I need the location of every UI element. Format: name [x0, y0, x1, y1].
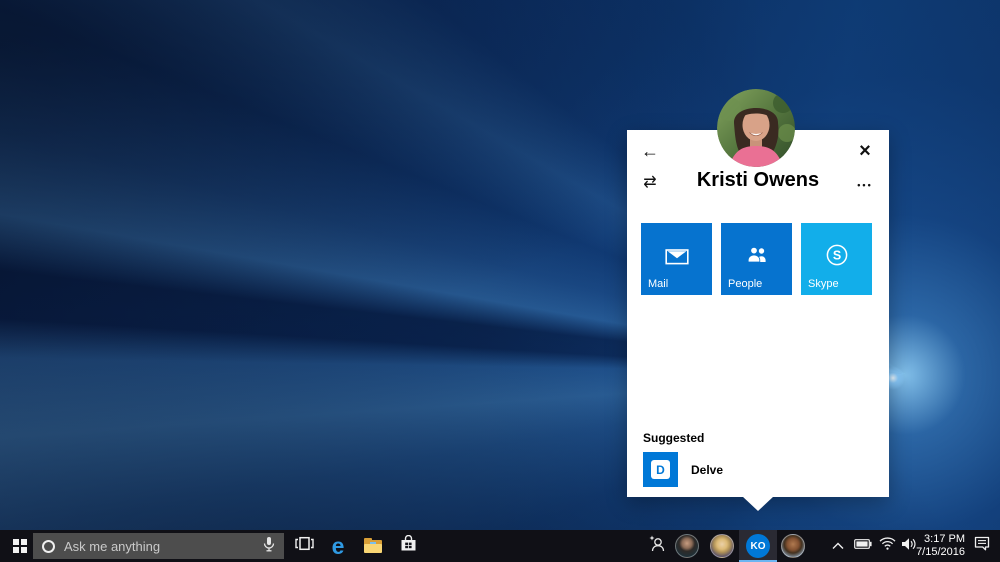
people-icon: [745, 254, 769, 264]
back-button[interactable]: ←: [639, 140, 661, 162]
svg-text:S: S: [832, 248, 840, 262]
clock-time: 3:17 PM: [924, 533, 965, 546]
mail-tile-label: Mail: [648, 278, 668, 290]
flyout-pointer: [742, 496, 774, 511]
store-button[interactable]: [396, 530, 420, 562]
edge-icon: e: [332, 535, 345, 557]
contact-initials-badge: KO: [746, 534, 770, 558]
skype-icon: S: [825, 251, 849, 267]
suggested-item-label: Delve: [691, 463, 723, 477]
close-button[interactable]: ×: [854, 140, 876, 162]
desktop: ← × ⇄ Kristi Owens ••• Mail: [0, 0, 1000, 562]
windows-logo-icon: [13, 539, 28, 554]
contact-avatar: [710, 534, 734, 558]
show-hidden-icons-button[interactable]: [830, 530, 846, 562]
taskbar: e: [0, 530, 1000, 562]
file-explorer-button[interactable]: [361, 530, 385, 562]
chevron-up-icon: [832, 537, 844, 555]
more-options-button[interactable]: •••: [854, 174, 876, 196]
search-input[interactable]: [55, 533, 263, 559]
people-tile[interactable]: People: [721, 223, 792, 295]
people-tile-label: People: [728, 278, 762, 290]
contact-avatar: [675, 534, 699, 558]
suggested-item-delve[interactable]: D Delve: [643, 452, 723, 487]
store-icon: [400, 535, 417, 557]
edge-browser-button[interactable]: e: [326, 530, 350, 562]
microphone-icon[interactable]: [263, 536, 275, 557]
contact-photo: [717, 89, 795, 167]
people-contact-icon: [648, 535, 666, 557]
skype-tile-label: Skype: [808, 278, 839, 290]
action-center-icon: [974, 536, 990, 556]
suggested-heading: Suggested: [643, 431, 704, 445]
wifi-icon: [879, 537, 896, 555]
my-people-flyout: ← × ⇄ Kristi Owens ••• Mail: [627, 130, 889, 497]
contact-avatar: [781, 534, 805, 558]
pinned-contact-2[interactable]: [710, 530, 734, 562]
mail-tile[interactable]: Mail: [641, 223, 712, 295]
pinned-contact-1[interactable]: [675, 530, 699, 562]
speaker-icon: [901, 537, 917, 556]
mail-icon: [665, 254, 689, 265]
my-people-button[interactable]: [645, 530, 669, 562]
contact-name: Kristi Owens: [627, 169, 889, 192]
network-status[interactable]: [878, 530, 896, 562]
battery-status[interactable]: [854, 530, 872, 562]
delve-icon: D: [643, 452, 678, 487]
cortana-search-box[interactable]: [33, 533, 284, 559]
cortana-icon: [42, 540, 55, 553]
battery-icon: [854, 537, 872, 555]
pinned-contact-kristi-owens-active[interactable]: KO: [739, 530, 777, 562]
file-explorer-icon: [364, 539, 382, 553]
clock-date: 7/15/2016: [916, 546, 965, 559]
skype-tile[interactable]: S Skype: [801, 223, 872, 295]
action-center-button[interactable]: [970, 530, 994, 562]
pinned-contact-3[interactable]: [781, 530, 805, 562]
task-view-icon: [295, 536, 314, 556]
app-tiles: Mail People S: [641, 223, 872, 295]
task-view-button[interactable]: [292, 530, 316, 562]
clock[interactable]: 3:17 PM 7/15/2016: [918, 530, 966, 562]
